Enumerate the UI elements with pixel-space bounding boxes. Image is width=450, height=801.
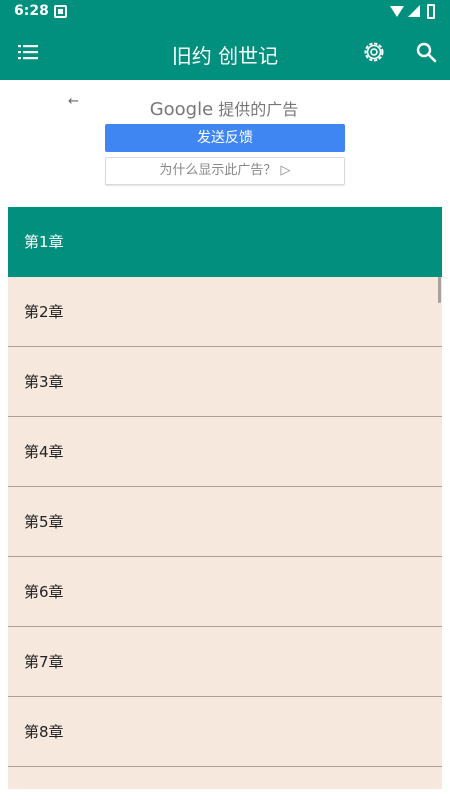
- chapter-item-2[interactable]: 第2章: [8, 277, 442, 347]
- why-this-ad-button[interactable]: 为什么显示此广告？ ▷: [105, 157, 345, 185]
- app-bar: 旧约 创世记: [0, 24, 450, 80]
- chapter-list: 第1章 第2章 第3章 第4章 第5章 第6章 第7章 第8章: [8, 207, 442, 789]
- notification-icon: [54, 5, 67, 18]
- chapter-item-8[interactable]: 第8章: [8, 697, 442, 767]
- scrollbar[interactable]: [438, 277, 441, 303]
- chapter-item-4[interactable]: 第4章: [8, 417, 442, 487]
- chapter-item-7[interactable]: 第7章: [8, 627, 442, 697]
- search-icon[interactable]: [414, 40, 438, 64]
- gear-icon[interactable]: [360, 38, 388, 66]
- status-time: 6:28: [14, 3, 49, 19]
- chapter-item-3[interactable]: 第3章: [8, 347, 442, 417]
- wifi-icon: [390, 6, 404, 17]
- chapter-item-5[interactable]: 第5章: [8, 487, 442, 557]
- chapter-item-partial[interactable]: [8, 767, 442, 789]
- chapter-item-6[interactable]: 第6章: [8, 557, 442, 627]
- send-feedback-button[interactable]: 发送反馈: [105, 124, 345, 152]
- ad-banner: ← Google 提供的广告 发送反馈 为什么显示此广告？ ▷: [64, 88, 384, 192]
- ad-provided-text: 提供的广告: [213, 100, 299, 119]
- google-logo: Google: [149, 99, 214, 120]
- status-bar: 6:28: [0, 0, 450, 24]
- battery-icon: [427, 4, 435, 19]
- chapter-item-1[interactable]: 第1章: [8, 207, 442, 277]
- signal-icon: [408, 5, 420, 17]
- ad-header: Google 提供的广告: [64, 96, 384, 120]
